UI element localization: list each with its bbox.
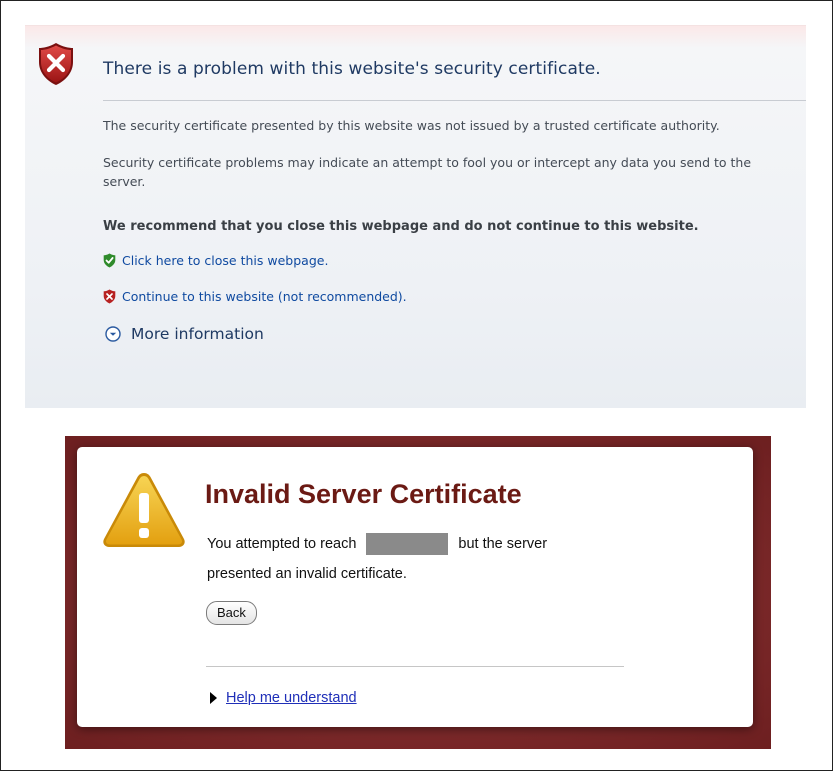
chrome-message-line-1: You attempted to reach but the server bbox=[207, 529, 627, 559]
chrome-error-title: Invalid Server Certificate bbox=[205, 479, 522, 509]
ie-error-title: There is a problem with this website's s… bbox=[103, 59, 601, 79]
message-part-2: but the server bbox=[458, 536, 548, 552]
close-webpage-link-text[interactable]: Click here to close this webpage. bbox=[122, 253, 328, 268]
redacted-hostname bbox=[366, 533, 449, 555]
green-shield-check-icon bbox=[103, 253, 116, 268]
ie-paragraph-untrusted: The security certificate presented by th… bbox=[103, 118, 720, 133]
continue-website-link-text[interactable]: Continue to this website (not recommende… bbox=[122, 289, 407, 304]
chrome-message-line-2: presented an invalid certificate. bbox=[207, 566, 407, 582]
help-me-understand-link[interactable]: Help me understand bbox=[226, 690, 357, 706]
red-shield-x-icon bbox=[39, 43, 73, 85]
chrome-divider bbox=[206, 666, 624, 667]
help-me-understand-row[interactable]: Help me understand bbox=[210, 690, 357, 706]
ie-recommendation: We recommend that you close this webpage… bbox=[103, 219, 699, 234]
more-information-label[interactable]: More information bbox=[131, 325, 264, 343]
chrome-certificate-error-panel: Invalid Server Certificate You attempted… bbox=[65, 436, 771, 749]
ie-divider bbox=[103, 100, 806, 101]
continue-website-link[interactable]: Continue to this website (not recommende… bbox=[103, 289, 407, 304]
page-frame: There is a problem with this website's s… bbox=[0, 0, 833, 771]
ie-paragraph-risk: Security certificate problems may indica… bbox=[103, 155, 752, 189]
chevron-down-circle-icon bbox=[105, 326, 121, 342]
chrome-error-card: Invalid Server Certificate You attempted… bbox=[77, 447, 753, 727]
back-button[interactable]: Back bbox=[206, 601, 257, 625]
warning-triangle-icon bbox=[103, 473, 185, 547]
message-part-1: You attempted to reach bbox=[207, 536, 357, 552]
triangle-right-icon bbox=[210, 692, 217, 704]
close-webpage-link[interactable]: Click here to close this webpage. bbox=[103, 253, 328, 268]
chrome-error-message: You attempted to reach but the server pr… bbox=[207, 529, 627, 589]
ie-certificate-error-panel: There is a problem with this website's s… bbox=[25, 25, 806, 408]
red-shield-x-icon bbox=[103, 289, 116, 304]
more-information-toggle[interactable]: More information bbox=[105, 325, 264, 343]
